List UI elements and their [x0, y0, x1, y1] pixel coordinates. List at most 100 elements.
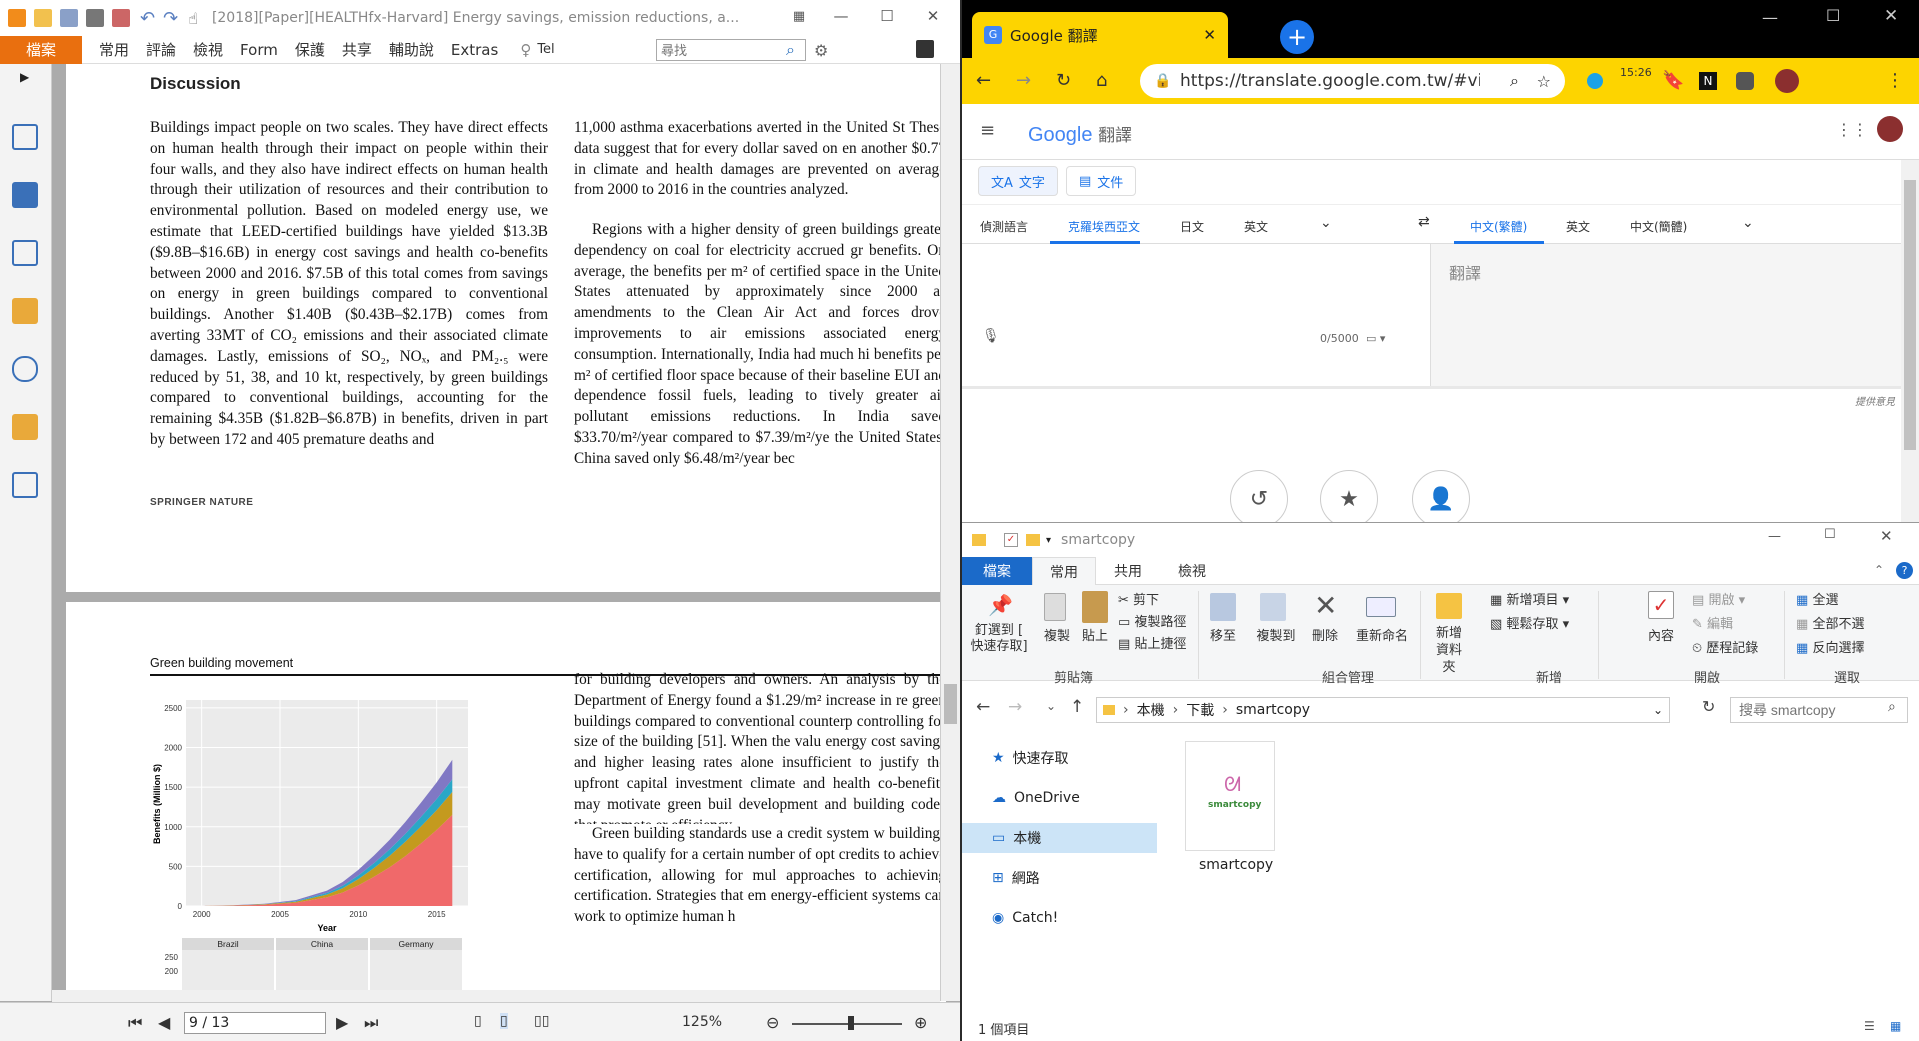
single-page-icon[interactable]: ▯: [474, 1013, 482, 1029]
vertical-scrollbar[interactable]: [940, 64, 960, 1001]
menu-comment[interactable]: 評論: [146, 39, 176, 60]
minimize-button[interactable]: —: [1762, 8, 1778, 27]
tab-home[interactable]: 常用: [1032, 557, 1096, 585]
close-button[interactable]: ✕: [1880, 527, 1893, 545]
apps-grid-icon[interactable]: ⋮⋮: [1836, 120, 1868, 139]
url-text[interactable]: https://translate.google.com.tw/#view...: [1180, 71, 1480, 91]
search-icon[interactable]: ⌕: [1888, 699, 1896, 715]
help-icon[interactable]: ?: [1896, 562, 1913, 579]
menu-help[interactable]: 輔助說: [389, 39, 434, 60]
open-button[interactable]: ▤ 開啟 ▾: [1692, 589, 1745, 608]
tab-share[interactable]: 共用: [1096, 557, 1160, 585]
back-icon[interactable]: ←: [976, 70, 991, 91]
facing-page-icon[interactable]: ▯▯: [534, 1013, 549, 1029]
reload-icon[interactable]: ↻: [1056, 70, 1071, 91]
redo-icon[interactable]: ↷: [163, 8, 178, 29]
breadcrumb-downloads[interactable]: 下載: [1186, 700, 1214, 720]
target-lang-zh-cn[interactable]: 中文(簡體): [1630, 218, 1687, 235]
tab-google-translate[interactable]: G Google 翻譯 ✕: [972, 12, 1228, 58]
select-all-button[interactable]: ▦ 全選: [1796, 589, 1838, 608]
zoom-in-button[interactable]: ⊕: [914, 1013, 927, 1032]
breadcrumb-smartcopy[interactable]: smartcopy: [1236, 702, 1310, 718]
new-icon[interactable]: [112, 9, 130, 27]
new-item-button[interactable]: ▦ 新增項目 ▾: [1490, 589, 1569, 608]
last-page-button[interactable]: ⏭: [364, 1013, 378, 1033]
extension-mask-icon[interactable]: [1736, 72, 1754, 90]
prev-page-button[interactable]: ◀: [158, 1013, 170, 1032]
signature-panel-icon[interactable]: [12, 472, 38, 498]
home-icon[interactable]: ⌂: [1096, 70, 1107, 91]
minimize-button[interactable]: —: [1768, 529, 1781, 544]
target-lang-english[interactable]: 英文: [1566, 218, 1590, 235]
new-folder-button[interactable]: 新增 資料夾: [1430, 625, 1468, 676]
source-text-area[interactable]: 🎙 0/5000 ▭ ▾: [962, 244, 1431, 386]
quick-access-dropdown-icon[interactable]: ▾: [1046, 535, 1051, 546]
open-icon[interactable]: [34, 9, 52, 27]
scroll-thumb[interactable]: [1904, 180, 1916, 450]
profile-avatar[interactable]: [1775, 69, 1799, 93]
breadcrumb[interactable]: › 本機 › 下載 › smartcopy ⌄: [1096, 697, 1670, 723]
large-icons-view-icon[interactable]: ▦: [1890, 1019, 1901, 1033]
notion-icon[interactable]: N: [1699, 72, 1717, 90]
details-view-icon[interactable]: ☰: [1864, 1019, 1875, 1033]
rename-button[interactable]: 重新命名: [1354, 625, 1410, 644]
first-page-button[interactable]: ⏮: [128, 1013, 142, 1033]
path-dropdown-icon[interactable]: ⌄: [1653, 703, 1663, 717]
menu-protect[interactable]: 保護: [295, 39, 325, 60]
menu-form[interactable]: Form: [240, 41, 278, 59]
menu-share[interactable]: 共享: [342, 39, 372, 60]
close-button[interactable]: ✕: [1884, 6, 1898, 26]
swap-languages-icon[interactable]: ⇄: [1418, 214, 1430, 230]
delete-button[interactable]: 刪除: [1308, 625, 1342, 644]
search-icon[interactable]: ⌕: [786, 40, 795, 60]
close-button[interactable]: ✕: [910, 0, 956, 32]
source-lang-english[interactable]: 英文: [1244, 218, 1268, 235]
copy-button[interactable]: 複製: [1042, 625, 1072, 644]
feedback-link[interactable]: 提供意見: [1855, 393, 1895, 408]
up-icon[interactable]: ↑: [1070, 697, 1084, 717]
gear-icon[interactable]: ⚙: [814, 41, 828, 60]
cut-button[interactable]: ✂ 剪下: [1118, 589, 1159, 608]
maximize-button[interactable]: ☐: [1826, 6, 1840, 25]
security-lock-icon[interactable]: [12, 414, 38, 440]
menu-view[interactable]: 檢視: [193, 39, 223, 60]
source-lang-detect[interactable]: 偵測語言: [980, 218, 1028, 235]
copy-path-button[interactable]: ▭ 複製路徑: [1118, 611, 1186, 630]
select-none-button[interactable]: ▦ 全部不選: [1796, 613, 1864, 632]
continuous-page-icon[interactable]: ▯: [500, 1013, 508, 1029]
source-lang-croatian[interactable]: 克羅埃西亞文: [1068, 218, 1140, 235]
invert-selection-button[interactable]: ▦ 反向選擇: [1796, 637, 1864, 656]
more-source-langs-chevron-icon[interactable]: ⌄: [1320, 215, 1332, 231]
account-icon[interactable]: [916, 40, 934, 58]
history-button[interactable]: ⏲ 歷程記錄: [1692, 637, 1758, 656]
nav-quick-access[interactable]: ★ 快速存取: [992, 743, 1157, 773]
maximize-button[interactable]: ☐: [1824, 527, 1836, 542]
breadcrumb-this-pc[interactable]: 本機: [1137, 700, 1165, 720]
new-folder-icon[interactable]: [1026, 534, 1040, 546]
lightbulb-icon[interactable]: ♀: [520, 41, 531, 59]
nav-network[interactable]: ⊞ 網路: [992, 863, 1157, 893]
address-bar[interactable]: 🔒 https://translate.google.com.tw/#view.…: [1140, 64, 1565, 98]
zoom-slider[interactable]: [792, 1023, 902, 1025]
search-input[interactable]: [1730, 697, 1908, 723]
properties-check-icon[interactable]: ✓: [1004, 533, 1018, 547]
zoom-out-button[interactable]: ⊖: [766, 1013, 779, 1032]
new-tab-button[interactable]: +: [1280, 20, 1314, 54]
save-icon[interactable]: [60, 9, 78, 27]
account-avatar[interactable]: [1877, 116, 1903, 142]
find-input[interactable]: [656, 39, 806, 61]
forward-icon[interactable]: →: [1008, 697, 1022, 717]
menu-extras[interactable]: Extras: [451, 41, 498, 59]
search-zoom-icon[interactable]: ⌕: [1510, 71, 1519, 91]
minimize-button[interactable]: —: [818, 0, 864, 32]
pages-panel-icon[interactable]: [12, 182, 38, 208]
zoom-slider-handle[interactable]: [848, 1016, 854, 1030]
menu-file[interactable]: 檔案: [0, 35, 82, 64]
more-target-langs-chevron-icon[interactable]: ⌄: [1742, 215, 1754, 231]
bookmark-panel-icon[interactable]: [12, 124, 38, 150]
target-lang-zh-tw[interactable]: 中文(繁體): [1470, 218, 1527, 235]
more-menu-icon[interactable]: ⋮: [1886, 70, 1904, 91]
print-icon[interactable]: [86, 9, 104, 27]
hand-tool-icon[interactable]: ☝: [188, 9, 198, 28]
nav-onedrive[interactable]: ☁ OneDrive: [992, 783, 1157, 813]
